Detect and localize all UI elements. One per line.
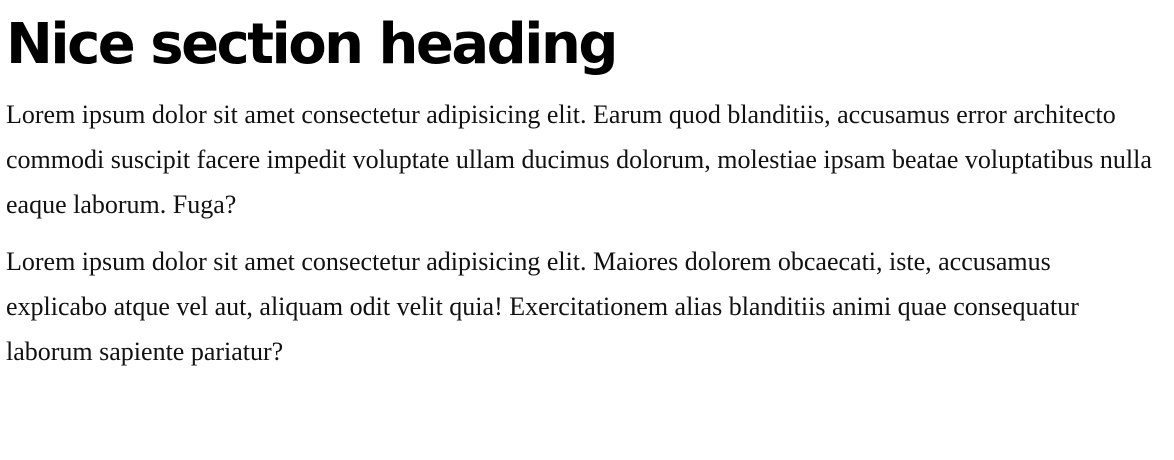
section-heading: Nice section heading: [6, 12, 618, 77]
paragraph-2: Lorem ipsum dolor sit amet consectetur a…: [6, 247, 1079, 366]
paragraph-1: Lorem ipsum dolor sit amet consectetur a…: [6, 100, 1152, 219]
content-section: Nice section heading Lorem ipsum dolor s…: [0, 0, 1160, 374]
